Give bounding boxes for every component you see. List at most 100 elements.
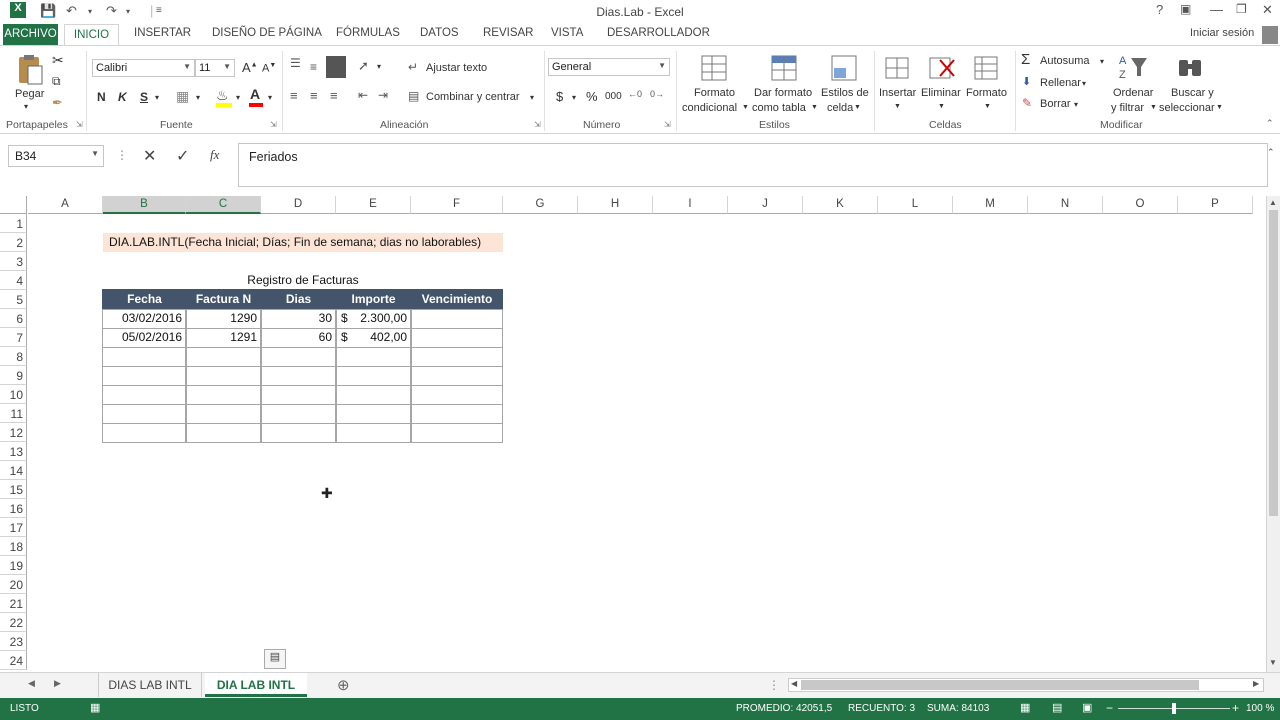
name-box[interactable]: B34 ▼ [8,145,104,167]
eraser-icon[interactable]: ✎ [1022,96,1032,110]
table-cell-border[interactable] [336,385,411,405]
table-cell-border[interactable] [102,404,186,424]
table-cell-border[interactable] [261,366,336,386]
tab-diseno-pagina[interactable]: DISEÑO DE PÁGINA [212,27,322,39]
font-size-select[interactable]: 11 ▼ [195,59,235,77]
select-all-corner[interactable] [0,196,27,214]
delete-cells-icon[interactable] [928,54,956,82]
merge-center-button[interactable]: Combinar y centrar [426,91,520,103]
paste-dropdown-icon[interactable]: ▾ [24,102,28,111]
decrease-indent-icon[interactable]: ⇤ [358,88,368,102]
table-cell-border[interactable] [411,423,503,443]
tab-formulas[interactable]: FÓRMULAS [336,27,400,39]
format-dropdown-icon[interactable]: ▼ [984,103,991,110]
currency-dropdown-icon[interactable]: ▾ [572,93,576,102]
clear-button[interactable]: Borrar [1040,98,1071,110]
row-header[interactable]: 11 [0,404,27,423]
table-cell-border[interactable] [411,328,503,348]
header-importe[interactable]: Importe [336,290,411,309]
align-middle-icon[interactable]: ≡ [310,60,317,74]
underline-dropdown-icon[interactable]: ▾ [155,93,159,102]
cell-factura[interactable]: 1291 [186,328,261,347]
format-as-table-icon[interactable] [770,54,800,84]
copy-icon[interactable]: ⧉ [52,74,61,89]
normal-view-icon[interactable]: ▦ [1020,701,1030,714]
table-cell-border[interactable] [261,404,336,424]
table-cell-border[interactable] [186,347,261,367]
row-header[interactable]: 22 [0,613,27,632]
scroll-left-icon[interactable]: ◀ [791,679,797,688]
zoom-out-icon[interactable]: − [1106,701,1113,715]
format-as-table-dropdown-icon[interactable]: ▼ [811,104,818,111]
cancel-icon[interactable]: ✕ [143,146,156,166]
shrink-font-icon[interactable]: A▼ [262,62,276,75]
tab-revisar[interactable]: REVISAR [483,27,534,39]
tab-desarrollador[interactable]: DESARROLLADOR [607,27,710,39]
delete-dropdown-icon[interactable]: ▼ [938,103,945,110]
increase-indent-icon[interactable]: ⇥ [378,88,388,102]
column-header[interactable]: J [728,196,803,214]
row-header[interactable]: 2 [0,233,27,252]
help-button[interactable]: ? [1156,2,1163,17]
table-cell-border[interactable] [336,347,411,367]
scroll-right-icon[interactable]: ▶ [1253,679,1259,688]
binoculars-icon[interactable] [1176,52,1206,82]
cell-styles-dropdown-icon[interactable]: ▼ [854,104,861,111]
column-header[interactable]: G [503,196,578,214]
scroll-up-icon[interactable]: ▲ [1269,198,1277,207]
tab-datos[interactable]: DATOS [420,27,459,39]
scroll-down-icon[interactable]: ▼ [1269,658,1277,667]
conditional-dropdown-icon[interactable]: ▼ [742,104,749,111]
tab-insertar[interactable]: INSERTAR [134,27,191,39]
row-header[interactable]: 13 [0,442,27,461]
column-header[interactable]: H [578,196,653,214]
header-fecha[interactable]: Fecha [103,290,186,309]
row-header[interactable]: 24 [0,651,27,670]
delete-cells-button[interactable]: Eliminar [921,87,961,99]
sort-filter-icon[interactable]: AZ [1118,52,1148,84]
cell-importe[interactable]: 402,00 [350,328,411,347]
h-scroll-thumb[interactable] [801,680,1199,690]
wrap-text-icon[interactable]: ↵ [408,60,418,74]
row-header[interactable]: 5 [0,290,27,309]
paste-button[interactable]: Pegar [15,88,44,100]
increase-decimal-icon[interactable]: ←0 [628,89,642,99]
table-cell-border[interactable] [261,423,336,443]
borders-icon[interactable]: ▦ [176,88,189,105]
column-header[interactable]: A [28,196,103,214]
table-title-cell[interactable]: Registro de Facturas [103,271,503,290]
row-header[interactable]: 15 [0,480,27,499]
table-cell-border[interactable] [411,366,503,386]
zoom-in-icon[interactable]: + [1232,701,1239,715]
orientation-icon[interactable]: ➚ [358,58,369,74]
table-cell-border[interactable] [261,347,336,367]
row-header[interactable]: 12 [0,423,27,442]
row-header[interactable]: 17 [0,518,27,537]
zoom-slider-thumb[interactable] [1172,703,1176,714]
percent-button[interactable]: % [586,89,598,104]
align-bottom-icon[interactable] [326,56,346,78]
format-cells-button[interactable]: Formato [966,87,1007,99]
fill-down-icon[interactable]: ⬇ [1022,75,1031,88]
paste-icon[interactable] [16,54,44,88]
fill-color-dropdown-icon[interactable]: ▾ [236,93,240,102]
table-cell-border[interactable] [411,404,503,424]
row-header[interactable]: 7 [0,328,27,347]
expand-formula-icon[interactable]: ⌃ [1267,147,1275,158]
row-header[interactable]: 10 [0,385,27,404]
fill-dropdown-icon[interactable]: ▾ [1082,79,1086,88]
cell-importe[interactable]: 2.300,00 [350,309,411,328]
wrap-text-button[interactable]: Ajustar texto [426,62,487,74]
cell-fecha[interactable]: 05/02/2016 [103,328,186,347]
header-factura[interactable]: Factura N [186,290,261,309]
autosum-icon[interactable]: Σ [1021,51,1030,68]
syntax-note-cell[interactable]: DIA.LAB.INTL(Fecha Inicial; Días; Fin de… [103,233,503,252]
column-header[interactable]: B [103,196,186,214]
worksheet-grid[interactable]: ABCDEFGHIJKLMNOP 1 2 3 4 5 6 7 8 9 10 11 12 13 14 15 16… [0,196,1266,672]
insert-cells-button[interactable]: Insertar [879,87,916,99]
table-cell-border[interactable] [102,366,186,386]
insert-dropdown-icon[interactable]: ▼ [894,103,901,110]
conditional-format-icon[interactable] [700,54,730,84]
ribbon-display-icon[interactable]: ▣ [1180,2,1191,16]
thousands-button[interactable]: 000 [605,91,622,102]
